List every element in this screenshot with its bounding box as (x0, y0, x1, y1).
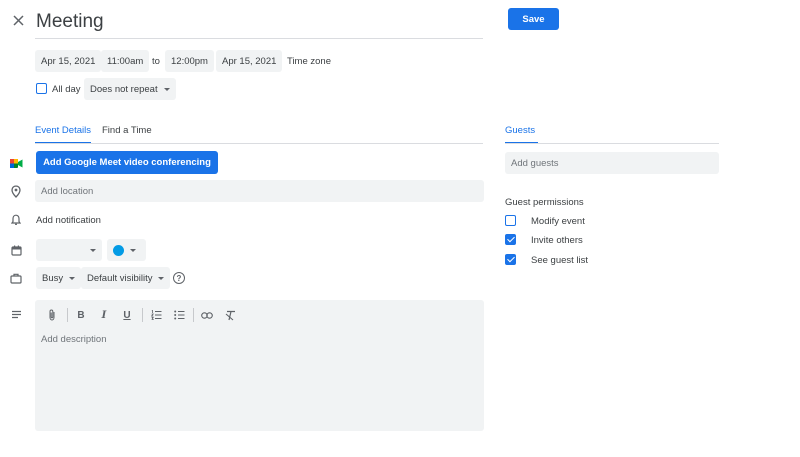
allday-checkbox[interactable] (36, 83, 47, 94)
calendar-dropdown[interactable] (36, 239, 102, 261)
save-button-label: Save (522, 13, 545, 25)
event-color-dropdown[interactable] (107, 239, 146, 261)
invite-others-checkbox[interactable] (505, 234, 516, 245)
bold-icon[interactable]: B (74, 308, 88, 322)
event-color-swatch (113, 244, 124, 256)
repeat-dropdown[interactable]: Does not repeat (84, 78, 176, 100)
location-icon (9, 184, 23, 198)
start-date-picker[interactable]: Apr 15, 2021 (35, 50, 102, 72)
chevron-down-icon (69, 276, 76, 280)
tab-event-details[interactable]: Event Details (35, 125, 91, 136)
location-placeholder: Add location (41, 185, 94, 197)
add-meet-button-label: Add Google Meet video conferencing (43, 157, 211, 168)
availability-dropdown[interactable]: Busy (36, 267, 82, 289)
close-icon (12, 14, 24, 26)
tab-guests[interactable]: Guests (505, 125, 535, 136)
toolbar-divider (67, 308, 68, 322)
italic-icon[interactable]: I (97, 308, 111, 322)
modify-event-label: Modify event (531, 216, 585, 227)
bell-icon (9, 213, 23, 227)
invite-others-label: Invite others (531, 235, 583, 246)
end-date-text: Apr 15, 2021 (222, 55, 277, 67)
underline-icon[interactable]: U (120, 308, 134, 322)
chevron-down-icon (90, 248, 96, 252)
visibility-value: Default visibility (87, 272, 153, 284)
end-time-text: 12:00pm (171, 55, 208, 67)
repeat-value: Does not repeat (90, 83, 158, 95)
chevron-down-icon (158, 276, 165, 280)
timezone-button[interactable]: Time zone (287, 56, 331, 67)
chevron-down-icon (163, 87, 170, 91)
description-placeholder: Add description (41, 334, 107, 345)
title-input[interactable]: Meeting (35, 8, 483, 39)
see-guest-list-label: See guest list (531, 255, 589, 266)
location-input[interactable]: Add location (35, 180, 484, 202)
add-guests-input[interactable]: Add guests (505, 152, 719, 174)
toolbar-divider (193, 308, 194, 322)
allday-label: All day (52, 84, 81, 95)
visibility-dropdown[interactable]: Default visibility (81, 267, 171, 289)
add-guests-placeholder: Add guests (511, 157, 559, 169)
numbered-list-icon[interactable] (149, 308, 163, 322)
briefcase-icon (9, 271, 23, 285)
calendar-icon (9, 243, 23, 257)
start-time-picker[interactable]: 11:00am (101, 50, 150, 72)
modify-event-checkbox[interactable] (505, 215, 516, 226)
start-time-text: 11:00am (107, 55, 144, 67)
attach-icon[interactable] (45, 308, 59, 322)
title-text: Meeting (36, 11, 104, 32)
start-date-text: Apr 15, 2021 (41, 55, 96, 67)
description-icon (9, 307, 23, 321)
see-guest-list-checkbox[interactable] (505, 254, 516, 265)
guest-permissions-title: Guest permissions (505, 197, 584, 208)
tab-find-a-time[interactable]: Find a Time (102, 125, 152, 136)
google-meet-icon (9, 156, 23, 170)
chevron-down-icon (130, 248, 136, 252)
bulleted-list-icon[interactable] (172, 308, 186, 322)
save-button[interactable]: Save (508, 8, 559, 30)
end-date-picker[interactable]: Apr 15, 2021 (216, 50, 283, 72)
availability-value: Busy (42, 272, 64, 284)
clear-format-icon[interactable] (223, 308, 237, 322)
toolbar-divider (142, 308, 143, 322)
add-notification-button[interactable]: Add notification (36, 215, 101, 226)
help-icon[interactable]: ? (173, 272, 185, 284)
close-button[interactable] (10, 12, 26, 28)
add-meet-button[interactable]: Add Google Meet video conferencing (36, 151, 218, 174)
tabs-divider (35, 143, 483, 144)
end-time-picker[interactable]: 12:00pm (165, 50, 214, 72)
guests-divider (505, 143, 719, 144)
to-label: to (152, 56, 160, 67)
link-icon[interactable] (200, 308, 214, 322)
